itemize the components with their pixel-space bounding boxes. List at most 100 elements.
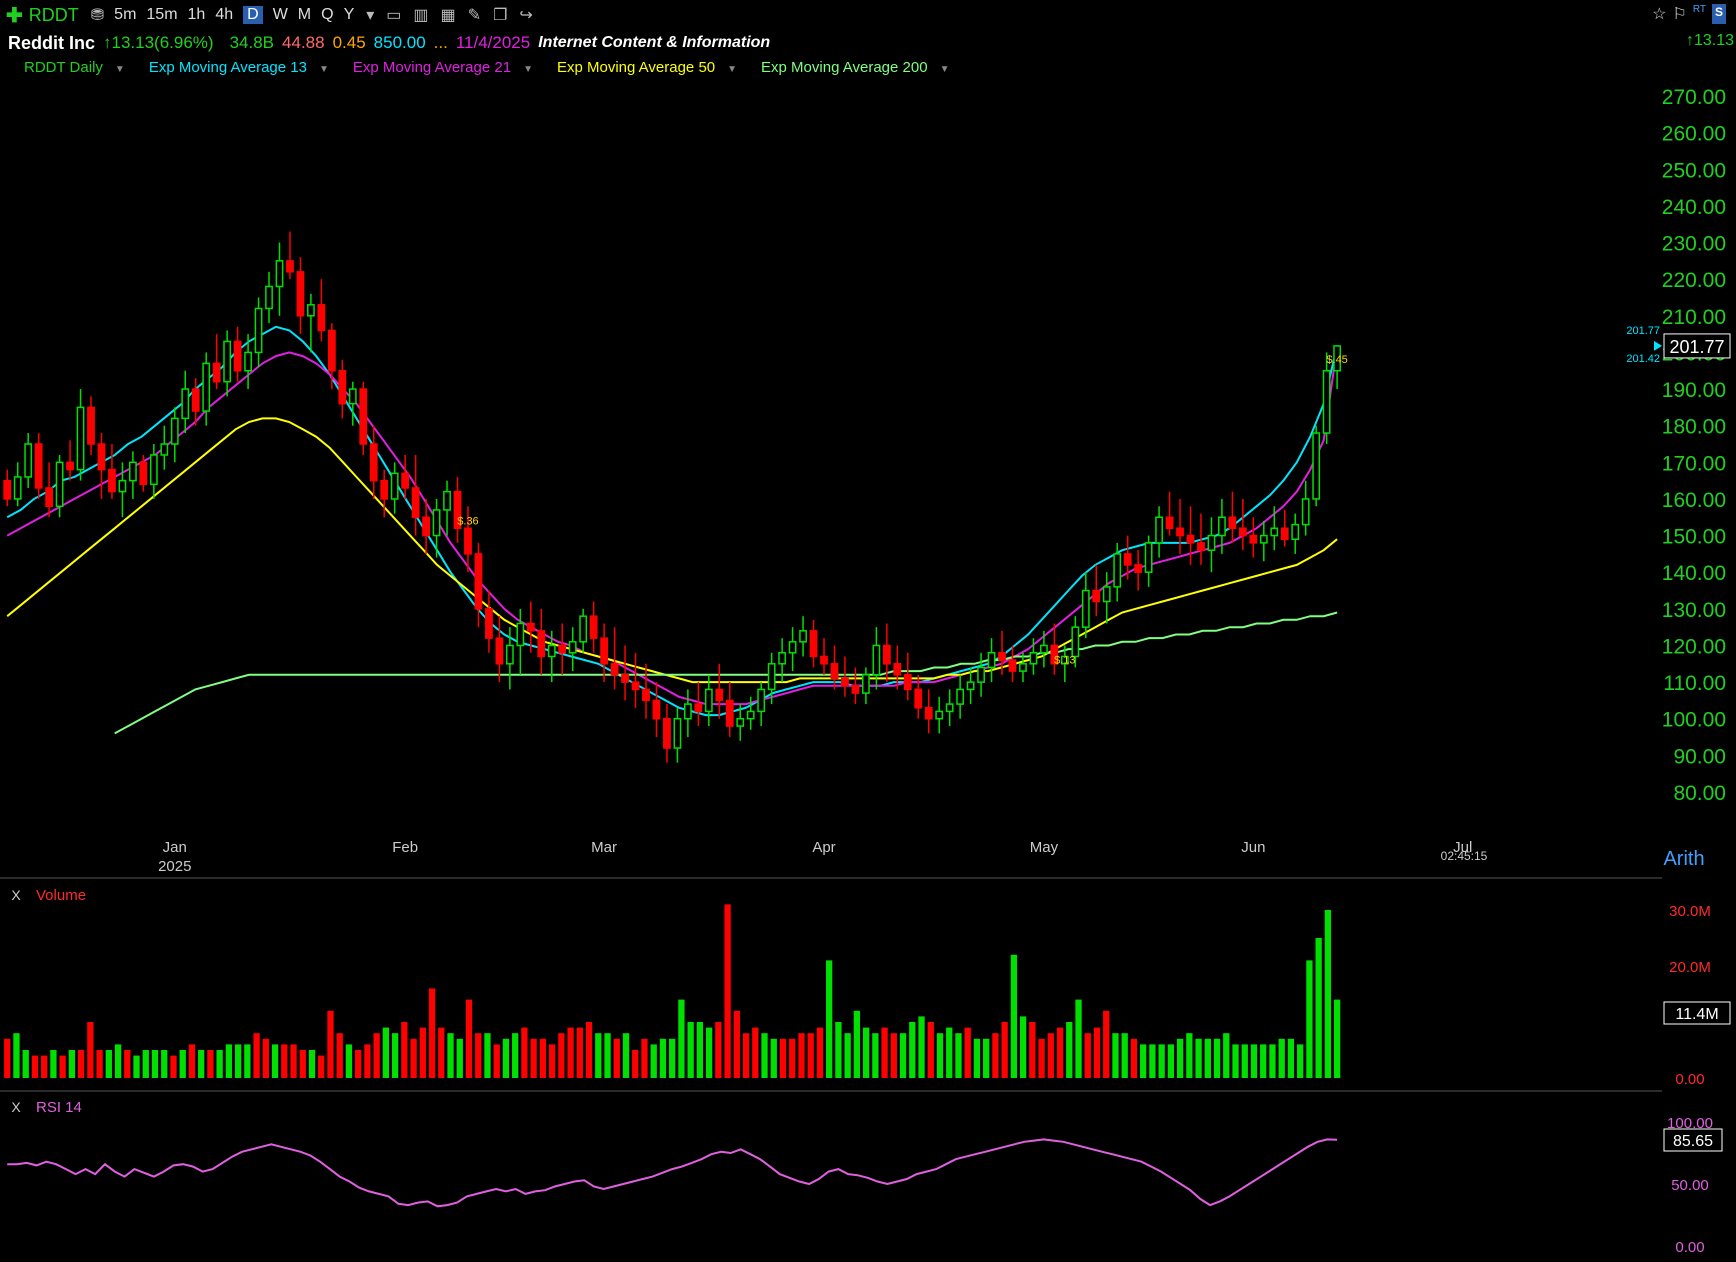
- volume-bar: [1121, 1033, 1128, 1078]
- volume-bar: [1287, 1038, 1295, 1078]
- candle-down: [108, 468, 116, 493]
- volume-bar: [622, 1033, 630, 1078]
- candle-up: [788, 641, 797, 654]
- volume-bar: [1066, 1022, 1073, 1078]
- candle-down: [34, 443, 43, 489]
- candle-down: [914, 688, 923, 709]
- candle-up: [1029, 652, 1038, 665]
- price-axis-tick: 240.00: [1662, 196, 1726, 219]
- volume-bar: [373, 1033, 380, 1078]
- volume-bar: [752, 1027, 759, 1078]
- x-axis-tick: Feb: [392, 839, 418, 856]
- candle-up: [1155, 516, 1163, 544]
- chart-canvas[interactable]: 270.00 260.00 250.00 240.00 230.00 220.00 210.…: [0, 0, 1736, 1262]
- volume-bar: [1186, 1033, 1193, 1078]
- candle-down: [882, 644, 891, 665]
- volume-bar: [641, 1038, 648, 1078]
- ema13-value-label: 201.77: [1626, 325, 1660, 337]
- volume-bar: [650, 1044, 657, 1078]
- candle-down: [652, 699, 661, 720]
- candle-down: [924, 706, 933, 720]
- volume-axis-tick: 30.0M: [1669, 903, 1711, 920]
- candle-down: [631, 681, 640, 691]
- volume-bar: [844, 1033, 851, 1078]
- volume-bar: [41, 1055, 48, 1078]
- candle-down: [401, 472, 410, 489]
- volume-bar: [68, 1050, 76, 1078]
- candle-up: [977, 666, 985, 683]
- candle-up: [160, 443, 169, 456]
- volume-bar: [1010, 954, 1018, 1078]
- volume-bar: [1056, 1027, 1064, 1078]
- candle-down: [464, 527, 472, 555]
- candle-up: [862, 674, 870, 694]
- volume-bar: [1140, 1044, 1147, 1078]
- candle-down: [694, 703, 703, 713]
- price-axis-tick: 170.00: [1662, 452, 1726, 475]
- candle-up: [202, 362, 211, 412]
- rsi-last-label: 85.65: [1673, 1133, 1713, 1150]
- candle-down: [422, 516, 430, 537]
- volume-bar: [705, 1027, 713, 1078]
- candle-down: [233, 340, 242, 372]
- volume-bar: [13, 1033, 20, 1078]
- time-label: 02:45:15: [1441, 849, 1488, 863]
- volume-bar: [779, 1038, 787, 1078]
- volume-bar: [742, 1033, 750, 1078]
- volume-bar: [456, 1038, 463, 1078]
- volume-bar: [576, 1027, 583, 1078]
- close-volume-icon: X: [11, 887, 21, 903]
- candle-up: [1259, 534, 1268, 544]
- volume-bar: [484, 1033, 491, 1078]
- volume-bar: [447, 1033, 454, 1078]
- candle-down: [642, 688, 650, 702]
- volume-bar: [558, 1033, 565, 1078]
- rsi-axis-tick: 50.00: [1671, 1177, 1709, 1194]
- candle-down: [589, 615, 598, 639]
- volume-bar: [207, 1050, 214, 1078]
- volume-bar: [50, 1050, 57, 1078]
- candle-up: [767, 663, 776, 691]
- candle-down: [1249, 534, 1258, 544]
- volume-bar: [198, 1050, 205, 1078]
- volume-bar: [1278, 1038, 1285, 1078]
- volume-bar: [179, 1050, 186, 1078]
- volume-axis-tick: 20.0M: [1669, 959, 1711, 976]
- candle-down: [830, 663, 839, 680]
- candle-up: [746, 710, 755, 720]
- volume-bar: [659, 1038, 667, 1078]
- volume-bar: [428, 988, 436, 1078]
- volume-bar: [502, 1038, 510, 1078]
- candle-up: [568, 641, 577, 654]
- x-axis-tick: Mar: [591, 839, 617, 856]
- candle-down: [1165, 516, 1174, 530]
- rsi-line: [7, 1138, 1338, 1208]
- earnings-marker: $.13: [1054, 654, 1075, 666]
- volume-bar: [161, 1050, 168, 1078]
- volume-bar: [918, 1016, 925, 1078]
- price-axis-tick: 220.00: [1662, 269, 1726, 292]
- candle-up: [76, 406, 85, 471]
- volume-bar: [281, 1044, 288, 1078]
- candle-down: [841, 677, 849, 687]
- candle-up: [956, 688, 965, 705]
- volume-bar: [1315, 938, 1322, 1078]
- volume-bar: [585, 1022, 593, 1078]
- ema21-value-label: 201.42: [1626, 353, 1660, 365]
- price-axis-tick: 210.00: [1662, 306, 1726, 329]
- volume-bar: [151, 1050, 159, 1078]
- volume-bar: [604, 1033, 611, 1078]
- volume-bar: [1001, 1022, 1008, 1078]
- candle-up: [1291, 523, 1300, 540]
- candle-up: [1040, 644, 1048, 654]
- volume-bar: [955, 1033, 962, 1078]
- candle-up: [149, 454, 158, 486]
- candle-down: [725, 699, 734, 727]
- candle-down: [1176, 527, 1184, 537]
- candle-up: [265, 285, 273, 310]
- volume-bar: [567, 1027, 574, 1078]
- volume-bar: [475, 1033, 482, 1078]
- volume-bar: [881, 1027, 888, 1078]
- volume-title: Volume: [36, 887, 86, 904]
- candle-up: [24, 443, 33, 478]
